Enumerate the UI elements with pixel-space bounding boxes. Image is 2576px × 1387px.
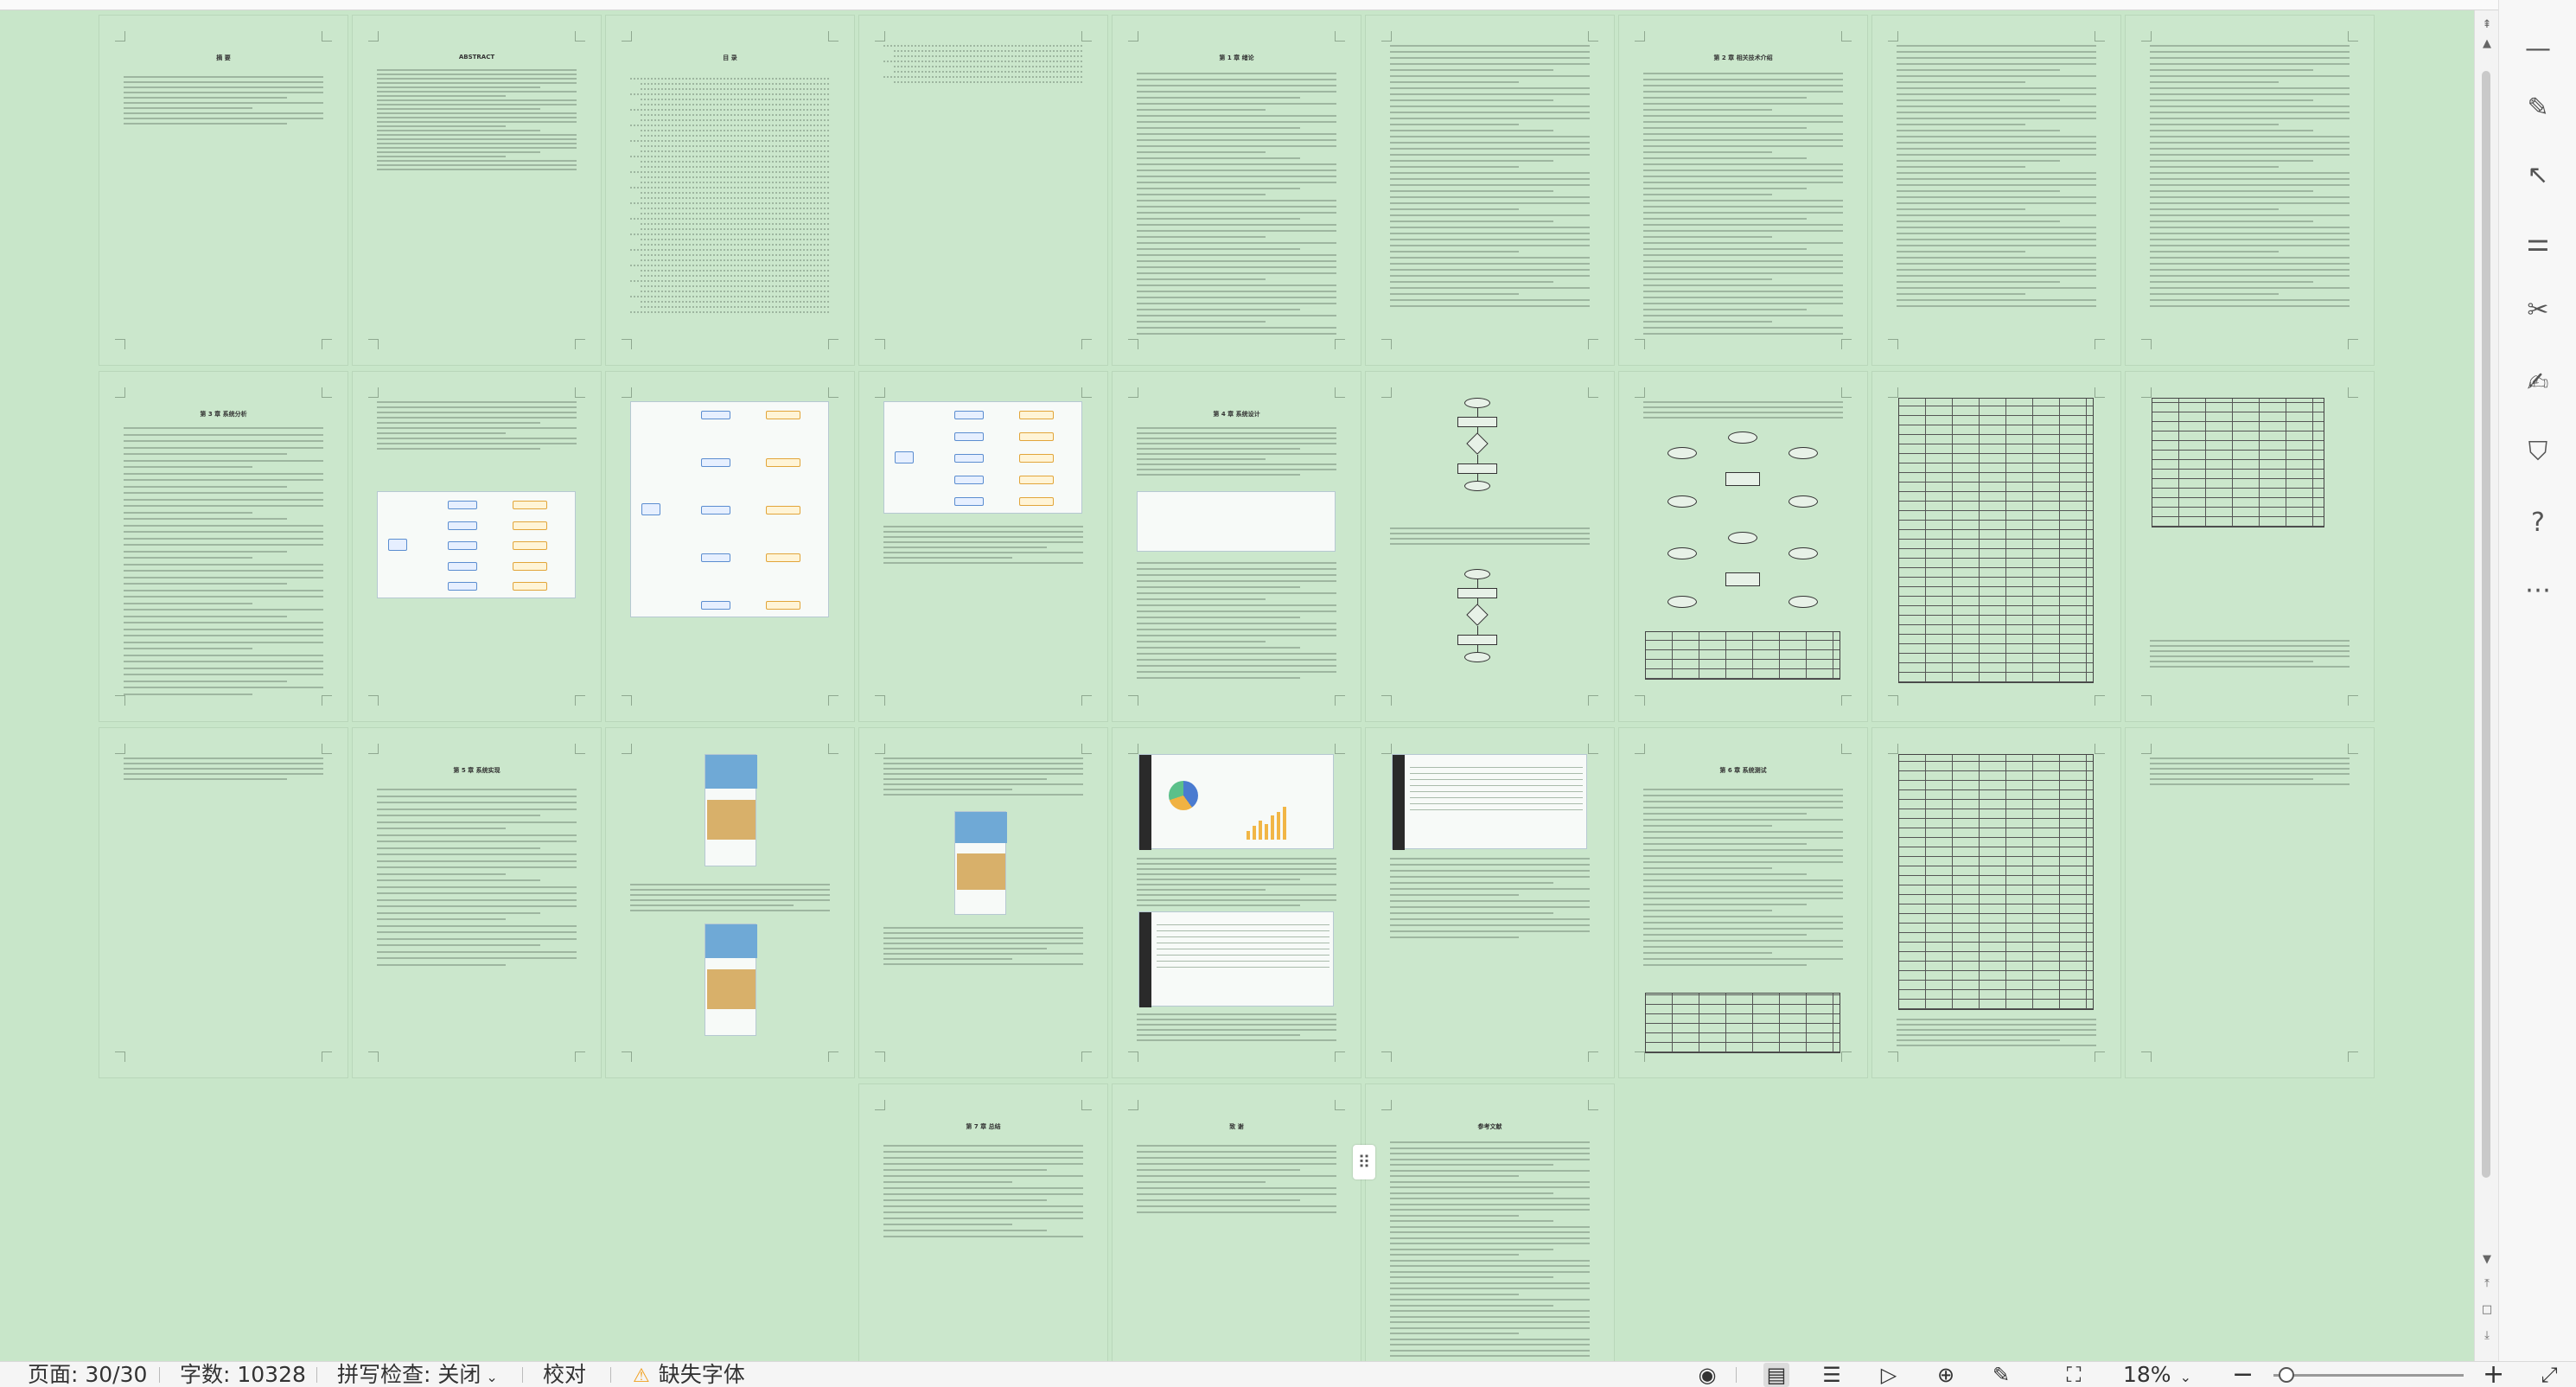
page-thumbnail[interactable]	[2126, 372, 2374, 721]
page-thumbnail[interactable]: 致 谢	[1113, 1084, 1361, 1361]
zoom-slider-knob[interactable]	[2279, 1367, 2294, 1383]
page-heading: 第 1 章 绪论	[1219, 54, 1254, 61]
fullscreen-icon[interactable]: ⤢	[2536, 1363, 2562, 1387]
page-thumbnail[interactable]	[2126, 16, 2374, 365]
page-thumbnail[interactable]	[859, 16, 1107, 365]
page-thumbnail[interactable]	[99, 728, 348, 1077]
globe-icon[interactable]: ⊕	[1933, 1363, 1959, 1387]
document-editor-window: 摘 要 ABSTRACT 目 录 第 1 章 绪论 第 2 章 相关技术介绍第 3 章 …	[0, 0, 2576, 1387]
page-heading: 致 谢	[1229, 1123, 1244, 1130]
spellcheck-toggle[interactable]: 拼写检查: 关闭 ⌄	[337, 1362, 498, 1387]
page-thumbnail[interactable]: 摘 要	[99, 16, 348, 365]
warning-icon: ⚠	[633, 1365, 650, 1387]
page-heading: ABSTRACT	[458, 54, 495, 61]
next-page-icon[interactable]: ⤓	[2475, 1325, 2499, 1347]
page-thumbnail[interactable]	[1366, 16, 1614, 365]
zoom-slider[interactable]	[2273, 1374, 2464, 1377]
more-options-icon[interactable]: ⋯	[2519, 571, 2557, 609]
tools-icon[interactable]: ✂	[2519, 291, 2557, 329]
page-heading: 第 3 章 系统分析	[200, 411, 247, 418]
page-heading: 摘 要	[216, 54, 231, 61]
spellcheck-label: 拼写检查: 关闭	[337, 1362, 481, 1387]
scrollbar-thumb[interactable]	[2482, 71, 2490, 1178]
right-tool-panel: — ✎ ↖ ⚌ ✂ ✍ ⛉ ? ⋯	[2498, 0, 2576, 1361]
page-thumbnail[interactable]: 第 6 章 系统测试	[1619, 728, 1867, 1077]
page-heading: 第 4 章 系统设计	[1213, 411, 1260, 418]
page-thumbnail[interactable]	[1366, 728, 1614, 1077]
pen-icon[interactable]: ✎	[1988, 1363, 2014, 1387]
zoom-in-button[interactable]: +	[2483, 1362, 2504, 1387]
page-thumbnail[interactable]	[606, 728, 854, 1077]
page-thumbnail[interactable]	[1872, 372, 2120, 721]
select-object-icon[interactable]: □	[2475, 1299, 2499, 1321]
scroll-up-arrow-icon[interactable]: ▲	[2475, 33, 2499, 55]
toolbar-edge	[0, 0, 2498, 10]
page-thumbnail[interactable]: 目 录	[606, 16, 854, 365]
page-heading: 第 5 章 系统实现	[453, 767, 501, 774]
missing-font-label: 缺失字体	[658, 1362, 745, 1387]
scroll-down-arrow-icon[interactable]: ▼	[2475, 1249, 2499, 1271]
page-thumbnail[interactable]: 第 7 章 总结	[859, 1084, 1107, 1361]
outline-icon[interactable]: ☰	[1819, 1363, 1845, 1387]
page-thumbnail[interactable]: ABSTRACT	[353, 16, 601, 365]
page-thumbnail[interactable]	[859, 372, 1107, 721]
page-thumbnail[interactable]	[353, 372, 601, 721]
play-icon[interactable]: ▷	[1876, 1363, 1902, 1387]
page-thumbnail[interactable]	[1113, 728, 1361, 1077]
page-thumbnail[interactable]	[606, 372, 854, 721]
help-icon[interactable]: ?	[2519, 503, 2557, 541]
page-view-icon[interactable]: ▤	[1763, 1363, 1789, 1387]
page-thumbnail[interactable]: 参考文献	[1366, 1084, 1614, 1361]
fit-page-icon[interactable]: ⛶	[2061, 1363, 2087, 1387]
document-canvas[interactable]: 摘 要 ABSTRACT 目 录 第 1 章 绪论 第 2 章 相关技术介绍第 3 章 …	[0, 10, 2474, 1361]
page-heading: 第 7 章 总结	[966, 1123, 1001, 1130]
page-thumbnail[interactable]	[1619, 372, 1867, 721]
minimize-icon[interactable]: —	[2519, 29, 2557, 67]
chevron-down-icon: ⌄	[486, 1369, 498, 1385]
status-bar: 页面: 30/30 字数: 10328 拼写检查: 关闭 ⌄ 校对 ⚠ 缺失字体 ◉…	[0, 1361, 2576, 1387]
shirt-style-icon[interactable]: ⛉	[2519, 432, 2557, 470]
signature-icon[interactable]: ✍	[2519, 363, 2557, 401]
cursor-select-icon[interactable]: ↖	[2519, 156, 2557, 194]
pen-edit-icon[interactable]: ✎	[2519, 88, 2557, 126]
previous-page-icon[interactable]: ⤒	[2475, 1273, 2499, 1295]
zoom-out-button[interactable]: −	[2232, 1362, 2254, 1387]
page-heading: 第 6 章 系统测试	[1719, 767, 1767, 774]
page-heading: 第 2 章 相关技术介绍	[1713, 54, 1773, 61]
page-heading: 目 录	[723, 54, 737, 61]
word-count[interactable]: 字数: 10328	[180, 1362, 306, 1387]
page-thumbnail[interactable]: 第 3 章 系统分析	[99, 372, 348, 721]
eye-icon[interactable]: ◉	[1694, 1363, 1720, 1387]
drag-handle-icon[interactable]: ⠿	[1353, 1145, 1375, 1179]
page-thumbnail[interactable]	[1366, 372, 1614, 721]
page-thumbnail[interactable]: 第 1 章 绪论	[1113, 16, 1361, 365]
page-indicator[interactable]: 页面: 30/30	[28, 1362, 147, 1387]
chevron-down-icon: ⌄	[2179, 1369, 2191, 1385]
page-thumbnail[interactable]: 第 5 章 系统实现	[353, 728, 601, 1077]
vertical-scrollbar[interactable]: ⇞ ▲ ▼ ⤒ □ ⤓	[2474, 10, 2498, 1361]
page-thumbnail[interactable]	[1872, 728, 2120, 1077]
page-thumbnail[interactable]	[2126, 728, 2374, 1077]
adjust-settings-icon[interactable]: ⚌	[2519, 223, 2557, 261]
zoom-dropdown[interactable]: 18% ⌄	[2123, 1362, 2191, 1387]
zoom-value: 18%	[2123, 1362, 2171, 1387]
page-heading: 参考文献	[1477, 1123, 1502, 1130]
page-thumbnail[interactable]: 第 4 章 系统设计	[1113, 372, 1361, 721]
page-thumbnail[interactable]	[859, 728, 1107, 1077]
missing-font-button[interactable]: ⚠ 缺失字体	[633, 1362, 745, 1387]
page-thumbnail[interactable]: 第 2 章 相关技术介绍	[1619, 16, 1867, 365]
page-thumbnail[interactable]	[1872, 16, 2120, 365]
proofread-button[interactable]: 校对	[543, 1362, 586, 1387]
